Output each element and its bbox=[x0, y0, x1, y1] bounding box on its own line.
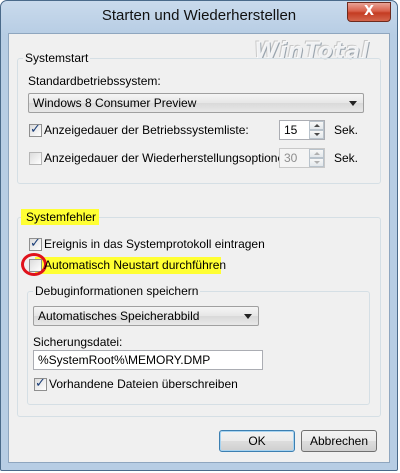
recovery-time-unit: Sek. bbox=[334, 151, 359, 165]
dialog-client-area: WinTotal Systemstart Standardbetriebssys… bbox=[8, 33, 390, 463]
write-event-label: Ereignis in das Systemprotokoll eintrage… bbox=[44, 237, 265, 251]
dump-file-label: Sicherungsdatei: bbox=[33, 335, 123, 349]
default-os-dropdown[interactable]: Windows 8 Consumer Preview bbox=[28, 93, 364, 113]
chevron-down-icon bbox=[244, 314, 252, 319]
list-time-spinner[interactable]: 15 bbox=[279, 120, 325, 140]
dump-type-value: Automatisches Speicherabbild bbox=[38, 309, 200, 323]
dialog-window: Starten und Wiederherstellen X WinTotal … bbox=[0, 0, 398, 471]
list-time-label: Anzeigedauer der Betriebssystemliste: bbox=[44, 123, 249, 137]
default-os-label: Standardbetriebssystem: bbox=[28, 74, 161, 88]
list-time-checkbox[interactable] bbox=[29, 122, 42, 137]
debug-group-title: Debuginformationen speichern bbox=[33, 284, 201, 298]
spin-up-icon[interactable] bbox=[309, 149, 324, 158]
dump-file-value: %SystemRoot%\MEMORY.DMP bbox=[38, 353, 211, 367]
write-event-checkbox[interactable] bbox=[29, 236, 42, 251]
systemstart-group-title: Systemstart bbox=[23, 51, 91, 65]
recovery-time-label: Anzeigedauer der Wiederherstellungsoptio… bbox=[44, 151, 295, 165]
recovery-time-checkbox[interactable] bbox=[29, 152, 42, 165]
chevron-down-icon bbox=[349, 101, 357, 106]
overwrite-checkbox[interactable] bbox=[34, 376, 47, 391]
dump-file-input[interactable]: %SystemRoot%\MEMORY.DMP bbox=[33, 350, 263, 370]
overwrite-label: Vorhandene Dateien überschreiben bbox=[49, 377, 238, 391]
spin-down-icon[interactable] bbox=[309, 158, 324, 167]
cancel-button[interactable]: Abbrechen bbox=[301, 430, 377, 452]
default-os-value: Windows 8 Consumer Preview bbox=[33, 96, 197, 110]
spin-up-icon[interactable] bbox=[309, 121, 324, 130]
close-button[interactable]: X bbox=[347, 2, 391, 22]
list-time-value: 15 bbox=[284, 123, 298, 137]
spin-down-icon[interactable] bbox=[309, 130, 324, 139]
auto-restart-label: Automatisch Neustart durchführen bbox=[44, 258, 227, 272]
recovery-time-value: 30 bbox=[284, 151, 298, 165]
recovery-time-spinner[interactable]: 30 bbox=[279, 148, 325, 168]
list-time-unit: Sek. bbox=[334, 123, 359, 137]
ok-button[interactable]: OK bbox=[219, 430, 295, 452]
systemfehler-group-title: Systemfehler bbox=[26, 210, 97, 224]
window-title: Starten und Wiederherstellen bbox=[101, 7, 297, 24]
title-bar[interactable]: Starten und Wiederherstellen X bbox=[1, 1, 397, 33]
dump-type-dropdown[interactable]: Automatisches Speicherabbild bbox=[33, 306, 259, 326]
